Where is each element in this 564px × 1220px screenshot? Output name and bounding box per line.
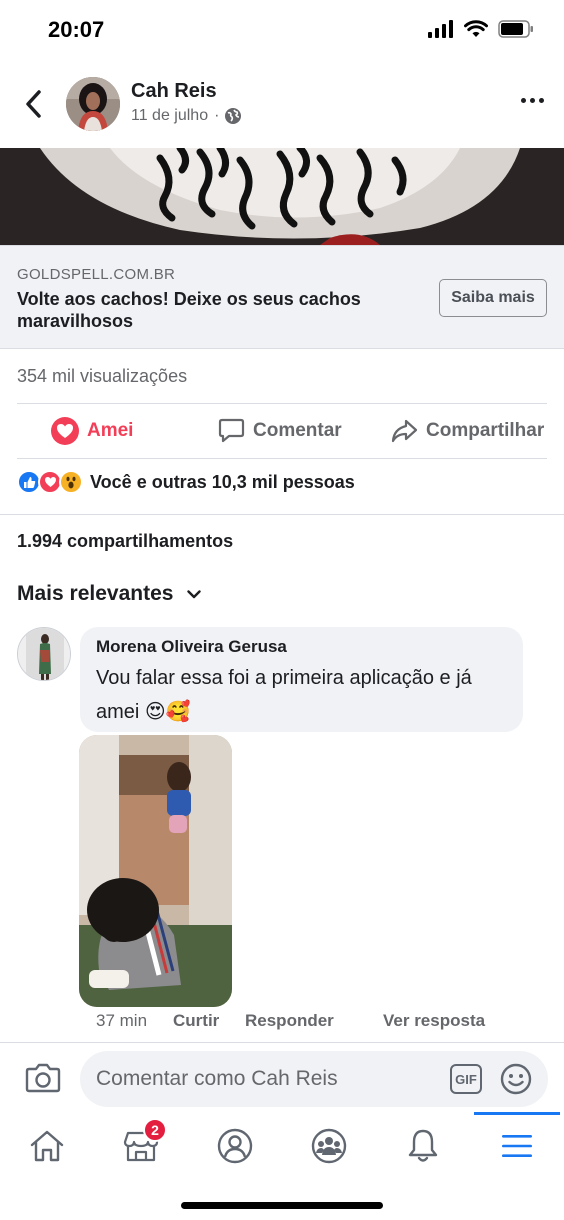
meta-separator: · [214, 107, 220, 124]
tab-menu[interactable] [493, 1124, 541, 1168]
globe-icon [225, 108, 242, 124]
comment-photo[interactable] [79, 735, 232, 1007]
active-tab-indicator [474, 1112, 560, 1115]
love-label: Amei [87, 420, 134, 441]
heart-icon [51, 417, 79, 445]
marketplace-badge: 2 [143, 1118, 167, 1142]
bottom-tab-bar: 2 [0, 1112, 564, 1220]
reactions-summary[interactable]: Você e outras 10,3 mil pessoas [17, 470, 355, 494]
view-count: 354 mil visualizações [17, 366, 188, 386]
comment-composer: Comentar como Cah Reis GIF [0, 1042, 564, 1114]
gif-button[interactable]: GIF [450, 1064, 482, 1094]
home-indicator [181, 1202, 383, 1209]
more-dot-icon [521, 98, 526, 103]
home-icon [30, 1130, 64, 1162]
share-button[interactable]: Compartilhar [391, 404, 544, 458]
back-button[interactable] [18, 88, 48, 120]
groups-icon [311, 1128, 347, 1164]
comment-input-placeholder: Comentar como Cah Reis [96, 1067, 338, 1090]
tab-groups[interactable] [305, 1124, 353, 1168]
battery-icon [498, 20, 533, 38]
hamburger-menu-icon [502, 1135, 532, 1157]
status-bar: 20:07 [0, 0, 564, 62]
tab-marketplace[interactable]: 2 [117, 1118, 167, 1168]
comment-reply-button[interactable]: Responder [245, 1011, 334, 1031]
status-icons [428, 20, 534, 38]
comment-text: Vou falar essa foi a primeira aplicação … [96, 667, 472, 723]
reactions-text: Você e outras 10,3 mil pessoas [90, 471, 355, 492]
link-preview-card[interactable]: GOLDSPELL.COM.BR Volte aos cachos! Deixe… [0, 245, 564, 349]
love-reaction-button[interactable]: Amei [51, 404, 133, 458]
camera-icon [25, 1063, 61, 1093]
more-dot-icon [539, 98, 544, 103]
author-name[interactable]: Cah Reis [131, 80, 217, 103]
author-avatar[interactable] [66, 77, 120, 131]
commenter-avatar[interactable] [17, 627, 71, 681]
chevron-down-icon [187, 589, 202, 598]
profile-icon [217, 1128, 253, 1164]
divider [17, 458, 547, 459]
comment-bubble[interactable]: Morena Oliveira Gerusa Vou falar essa fo… [80, 627, 523, 732]
tab-home[interactable] [23, 1124, 71, 1168]
smiley-icon [500, 1063, 532, 1095]
comment-like-button[interactable]: Curtir [173, 1011, 219, 1031]
comment-button[interactable]: Comentar [218, 404, 342, 458]
view-reply-button[interactable]: Ver resposta [383, 1011, 485, 1031]
share-count[interactable]: 1.994 compartilhamentos [17, 531, 233, 552]
divider [0, 514, 564, 515]
author-avatar-image [66, 77, 120, 131]
emoji-button[interactable] [500, 1063, 532, 1095]
bell-icon [408, 1129, 438, 1162]
tab-notifications[interactable] [399, 1124, 447, 1168]
comment-bubble-icon [218, 418, 245, 443]
wow-reaction-icon [59, 470, 83, 494]
more-options-button[interactable] [521, 98, 544, 103]
post-meta: 11 de julho · [131, 107, 242, 125]
share-arrow-icon [391, 419, 418, 443]
chevron-left-icon [26, 90, 41, 118]
tab-profile[interactable] [211, 1124, 259, 1168]
comment-author[interactable]: Morena Oliveira Gerusa [96, 637, 507, 657]
video-frame [0, 148, 564, 245]
post-date[interactable]: 11 de julho [131, 107, 208, 125]
post-header: Cah Reis 11 de julho · [0, 62, 564, 148]
comment-time: 37 min [96, 1011, 148, 1030]
link-title: Volte aos cachos! Deixe os seus cachos m… [17, 289, 361, 331]
commenter-avatar-image [18, 628, 70, 680]
link-domain: GOLDSPELL.COM.BR [17, 266, 176, 283]
more-dot-icon [530, 98, 535, 103]
wifi-icon [464, 20, 488, 37]
comment-label: Comentar [253, 420, 342, 441]
status-time: 20:07 [48, 17, 105, 42]
comment-sort-dropdown[interactable]: Mais relevantes [17, 582, 202, 606]
post-action-bar: Amei Comentar Compartilhar [0, 404, 564, 458]
share-label: Compartilhar [426, 420, 545, 441]
learn-more-button[interactable]: Saiba mais [439, 279, 547, 317]
comment-input[interactable]: Comentar como Cah Reis GIF [80, 1051, 548, 1107]
post-video[interactable] [0, 148, 564, 245]
comment-photo-image [79, 735, 232, 1007]
cellular-signal-icon [428, 20, 453, 38]
sort-label: Mais relevantes [17, 582, 174, 605]
camera-button[interactable] [25, 1062, 61, 1094]
